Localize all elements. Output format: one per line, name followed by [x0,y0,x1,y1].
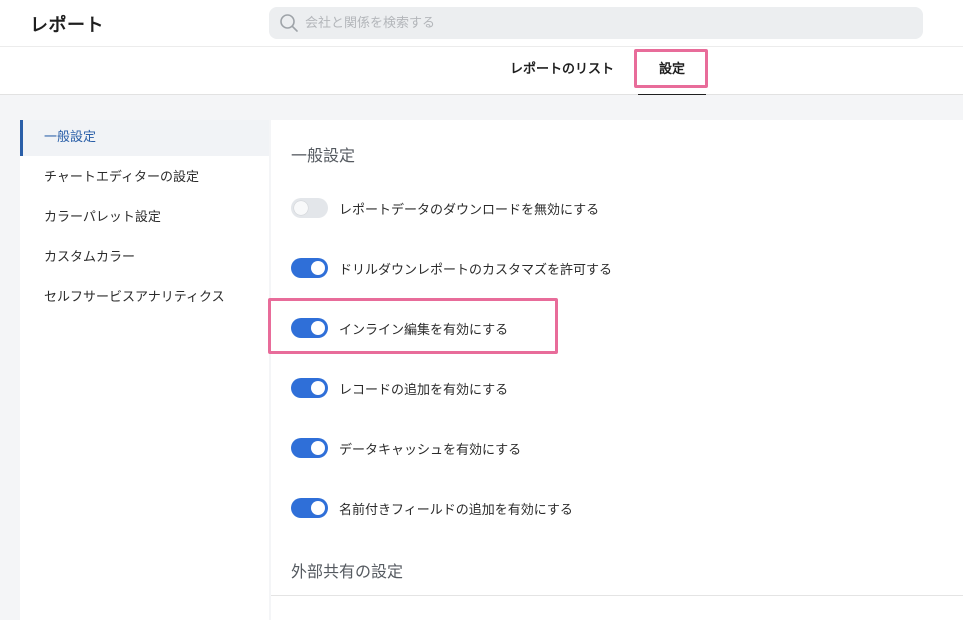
section-title-external-sharing: 外部共有の設定 [291,562,404,581]
search-box[interactable] [269,7,923,39]
section-divider [271,595,963,596]
toggle-inline-edit[interactable] [291,318,328,338]
sidebar-item-custom-colors[interactable]: カスタムカラー [20,240,269,276]
sidebar-item-label: セルフサービスアナリティクス [44,290,225,305]
setting-row-data-cache: データキャッシュを有効にする [291,436,891,460]
toggle-drilldown-customize[interactable] [291,258,328,278]
sidebar-item-chart-editor-settings[interactable]: チャートエディターの設定 [20,160,269,196]
app-title: レポート [30,15,104,36]
sidebar-item-color-palette-settings[interactable]: カラーパレット設定 [20,200,269,236]
tab-bar: レポートのリスト 設定 [0,47,963,96]
setting-label: ドリルダウンレポートのカスタマズを許可する [339,263,613,278]
setting-row-named-fields: 名前付きフィールドの追加を有効にする [291,496,891,520]
setting-label: データキャッシュを有効にする [339,443,522,458]
active-indicator [20,120,23,156]
search-input[interactable] [305,7,905,39]
setting-row-drilldown-customize: ドリルダウンレポートのカスタマズを許可する [291,256,891,280]
setting-label: レポートデータのダウンロードを無効にする [339,203,600,218]
sidebar-item-label: 一般設定 [44,130,97,145]
settings-sidebar: 一般設定 チャートエディターの設定 カラーパレット設定 カスタムカラー セルフサ… [20,120,269,620]
toggle-knob [311,261,325,275]
toggle-disable-download[interactable] [291,198,328,218]
toggle-knob [311,321,325,335]
toggle-named-fields[interactable] [291,498,328,518]
tab-report-list[interactable]: レポートのリスト [500,47,624,95]
setting-row-inline-edit: インライン編集を有効にする [291,316,891,340]
toggle-knob [311,501,325,515]
toggle-data-cache[interactable] [291,438,328,458]
setting-row-add-records: レコードの追加を有効にする [291,376,891,400]
sidebar-item-label: カスタムカラー [44,250,136,265]
toggle-add-records[interactable] [291,378,328,398]
section-title-general: 一般設定 [291,146,356,165]
sidebar-item-label: カラーパレット設定 [44,210,161,225]
setting-row-disable-download: レポートデータのダウンロードを無効にする [291,196,891,220]
tab-report-list-label: レポートのリスト [509,62,614,77]
toggle-knob [311,441,325,455]
tab-settings[interactable]: 設定 [638,47,706,96]
search-icon[interactable] [279,13,299,33]
sidebar-item-label: チャートエディターの設定 [44,170,199,185]
sidebar-item-self-service-analytics[interactable]: セルフサービスアナリティクス [20,280,269,316]
setting-label: レコードの追加を有効にする [339,383,509,398]
sidebar-item-general-settings[interactable]: 一般設定 [20,120,269,156]
toggle-knob [294,201,308,215]
toggle-knob [311,381,325,395]
settings-content-panel: 一般設定 レポートデータのダウンロードを無効にする ドリルダウンレポートのカスタ… [271,120,963,620]
setting-label: 名前付きフィールドの追加を有効にする [339,503,573,518]
top-bar: レポート [0,0,963,47]
tab-settings-label: 設定 [658,62,685,77]
setting-label: インライン編集を有効にする [339,323,509,338]
